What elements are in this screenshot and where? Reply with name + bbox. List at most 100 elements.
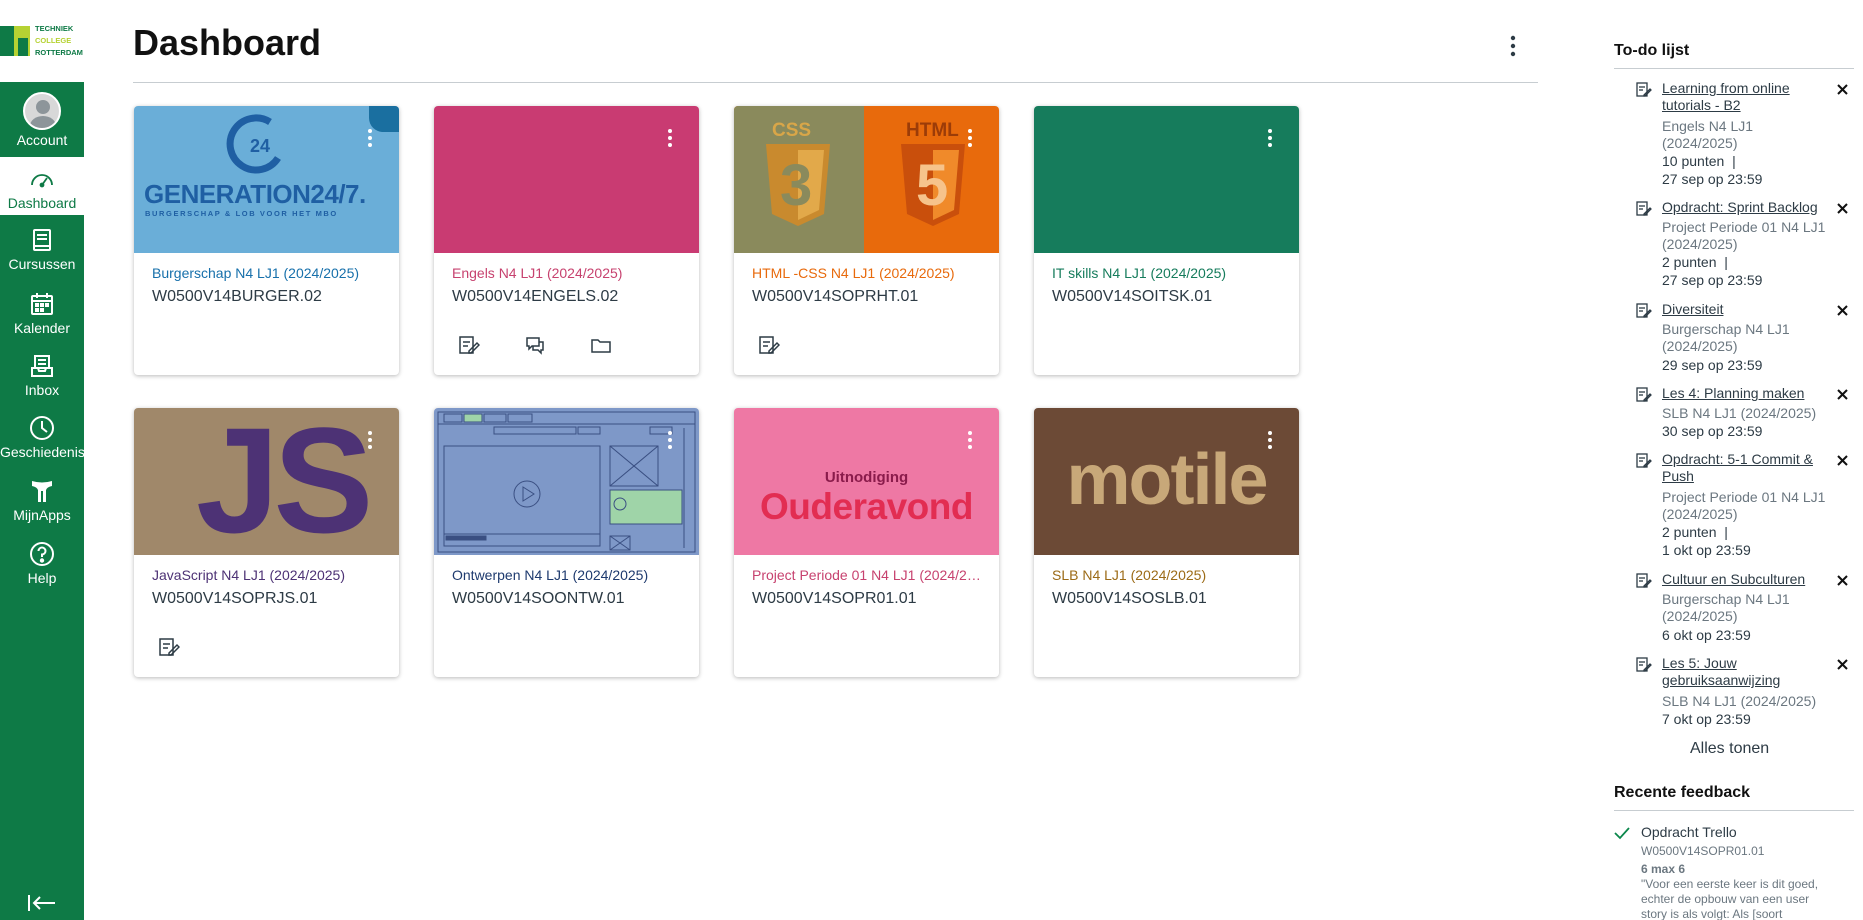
course-card[interactable]: CSS 3 HTML 5 HTML -CSS N4 LJ1 (2024/2025… — [734, 106, 999, 375]
nav-item-label: Kalender — [13, 320, 71, 336]
collapse-nav-icon[interactable] — [27, 893, 57, 913]
todo-item-due: 29 sep op 23:59 — [1662, 357, 1763, 373]
course-name[interactable]: IT skills N4 LJ1 (2024/2025) — [1052, 265, 1287, 281]
course-name[interactable]: HTML -CSS N4 LJ1 (2024/2025) — [752, 265, 987, 281]
nav-item-dashboard[interactable]: Dashboard — [0, 157, 84, 215]
hero-title: Ouderavond — [760, 486, 973, 527]
course-card[interactable]: motile SLB N4 LJ1 (2024/2025) W0500V14SO… — [1034, 408, 1299, 677]
course-card[interactable]: Engels N4 LJ1 (2024/2025) W0500V14ENGELS… — [434, 106, 699, 375]
todo-item-title[interactable]: Les 4: Planning maken — [1662, 385, 1822, 402]
course-card[interactable]: 24 GENERATION24/7. BURGERSCHAP & LOB VOO… — [134, 106, 399, 375]
todo-item-points: 10 punten | — [1662, 153, 1736, 169]
dismiss-icon[interactable] — [1836, 658, 1849, 671]
todo-item-course: Burgerschap N4 LJ1 (2024/2025) — [1662, 321, 1790, 354]
feedback-item-title[interactable]: Opdracht Trello — [1641, 824, 1737, 840]
nav-item-help[interactable]: Help — [0, 536, 84, 594]
todo-item-points: 2 punten | — [1662, 524, 1728, 540]
nav-item-geschiedenis[interactable]: Geschiedenis — [0, 410, 85, 468]
course-card[interactable]: IT skills N4 LJ1 (2024/2025) W0500V14SOI… — [1034, 106, 1299, 375]
todo-item-due: 27 sep op 23:59 — [1662, 272, 1763, 288]
nav-item-kalender[interactable]: Kalender — [0, 286, 84, 344]
card-options-icon[interactable] — [963, 428, 977, 452]
todo-item-title[interactable]: Diversiteit — [1662, 301, 1822, 318]
course-card-hero[interactable]: JS — [134, 408, 399, 555]
course-card-hero[interactable]: motile — [1034, 408, 1299, 555]
dismiss-icon[interactable] — [1836, 454, 1849, 467]
show-all-link[interactable]: Alles tonen — [1690, 740, 1769, 758]
todo-list-title: To-do lijst — [1614, 42, 1690, 59]
html-label: HTML — [906, 120, 959, 141]
todo-item-due: 6 okt op 23:59 — [1662, 627, 1751, 643]
course-card-hero[interactable] — [434, 408, 699, 555]
card-options-icon[interactable] — [363, 428, 377, 452]
todo-item-title[interactable]: Cultuur en Subculturen — [1662, 571, 1822, 588]
checkmark-icon — [1614, 827, 1630, 840]
assignments-icon[interactable] — [158, 636, 181, 658]
course-name[interactable]: Ontwerpen N4 LJ1 (2024/2025) — [452, 567, 687, 583]
todo-item-course: SLB N4 LJ1 (2024/2025) — [1662, 693, 1817, 709]
course-name[interactable]: JavaScript N4 LJ1 (2024/2025) — [152, 567, 387, 583]
card-options-icon[interactable] — [663, 428, 677, 452]
hero-subtitle: Uitnodiging — [824, 469, 909, 486]
course-code: W0500V14SOSLB.01 — [1052, 590, 1207, 607]
dashboard-options-icon[interactable] — [1503, 32, 1523, 60]
assignments-icon[interactable] — [758, 334, 781, 356]
logo-text-line: COLLEGE — [35, 36, 72, 45]
course-card-hero[interactable]: CSS 3 HTML 5 — [734, 106, 999, 253]
course-card[interactable]: JS JavaScript N4 LJ1 (2024/2025) W0500V1… — [134, 408, 399, 677]
hero-subtitle: BURGERSCHAP & LOB VOOR HET MBO — [145, 209, 338, 218]
header-divider — [133, 82, 1538, 83]
course-name[interactable]: Engels N4 LJ1 (2024/2025) — [452, 265, 687, 281]
course-name[interactable]: SLB N4 LJ1 (2024/2025) — [1052, 567, 1287, 583]
discussions-icon[interactable] — [524, 334, 546, 356]
todo-item-points-value: 10 punten — [1662, 153, 1725, 169]
todo-item-points-value: 2 punten — [1662, 254, 1717, 270]
dismiss-icon[interactable] — [1836, 388, 1849, 401]
card-options-icon[interactable] — [963, 126, 977, 150]
assignment-icon — [1636, 201, 1652, 216]
course-card[interactable]: Ontwerpen N4 LJ1 (2024/2025) W0500V14SOO… — [434, 408, 699, 677]
card-options-icon[interactable] — [1263, 126, 1277, 150]
nav-item-label: Dashboard — [7, 195, 77, 211]
nav-item-mijnapps[interactable]: MijnApps — [0, 473, 84, 531]
assignment-icon — [1636, 573, 1652, 588]
nav-item-cursussen[interactable]: Cursussen — [0, 222, 84, 280]
feedback-divider — [1614, 810, 1854, 811]
files-icon[interactable] — [590, 334, 612, 356]
todo-item-course: Burgerschap N4 LJ1 (2024/2025) — [1662, 591, 1790, 624]
calendar-icon — [31, 293, 53, 315]
dismiss-icon[interactable] — [1836, 202, 1849, 215]
dismiss-icon[interactable] — [1836, 574, 1849, 587]
nav-item-inbox[interactable]: Inbox — [0, 348, 84, 406]
wireframe-sketch-icon — [437, 411, 696, 553]
dismiss-icon[interactable] — [1836, 83, 1849, 96]
card-options-icon[interactable] — [663, 126, 677, 150]
card-options-icon[interactable] — [1263, 428, 1277, 452]
dismiss-icon[interactable] — [1836, 304, 1849, 317]
todo-item-title[interactable]: Opdracht: Sprint Backlog — [1662, 199, 1822, 216]
course-card[interactable]: Uitnodiging Ouderavond Project Periode 0… — [734, 408, 999, 677]
css-label: CSS — [772, 120, 812, 141]
book-icon — [33, 229, 51, 251]
todo-item-title[interactable]: Opdracht: 5-1 Commit & Push — [1662, 451, 1822, 485]
course-card-hero[interactable]: 24 GENERATION24/7. BURGERSCHAP & LOB VOO… — [134, 106, 399, 253]
card-options-icon[interactable] — [363, 126, 377, 150]
todo-item-course: SLB N4 LJ1 (2024/2025) — [1662, 405, 1817, 421]
feedback-item-score: 6 max 6 — [1641, 862, 1686, 876]
assignments-icon[interactable] — [458, 334, 481, 356]
hero-title: motile — [1066, 440, 1268, 520]
course-name[interactable]: Project Periode 01 N4 LJ1 (2024/2025) — [752, 567, 987, 583]
todo-item-title[interactable]: Learning from online tutorials - B2 — [1662, 80, 1822, 114]
school-logo[interactable]: TECHNIEK COLLEGE ROTTERDAM — [0, 0, 84, 82]
course-card-hero[interactable]: Uitnodiging Ouderavond — [734, 408, 999, 555]
course-card-hero[interactable] — [434, 106, 699, 253]
todo-item-due: 7 okt op 23:59 — [1662, 711, 1751, 727]
global-navigation: TECHNIEK COLLEGE ROTTERDAM Account Dashb… — [0, 0, 85, 920]
nav-item-label: MijnApps — [13, 507, 71, 523]
nav-item-account[interactable]: Account — [0, 84, 84, 150]
todo-item-course: Project Periode 01 N4 LJ1 (2024/2025) — [1662, 489, 1826, 522]
course-name[interactable]: Burgerschap N4 LJ1 (2024/2025) — [152, 265, 387, 281]
course-card-hero[interactable] — [1034, 106, 1299, 253]
todo-item-title[interactable]: Les 5: Jouw gebruiksaanwijzing — [1662, 655, 1822, 689]
html-version: 5 — [916, 153, 949, 218]
